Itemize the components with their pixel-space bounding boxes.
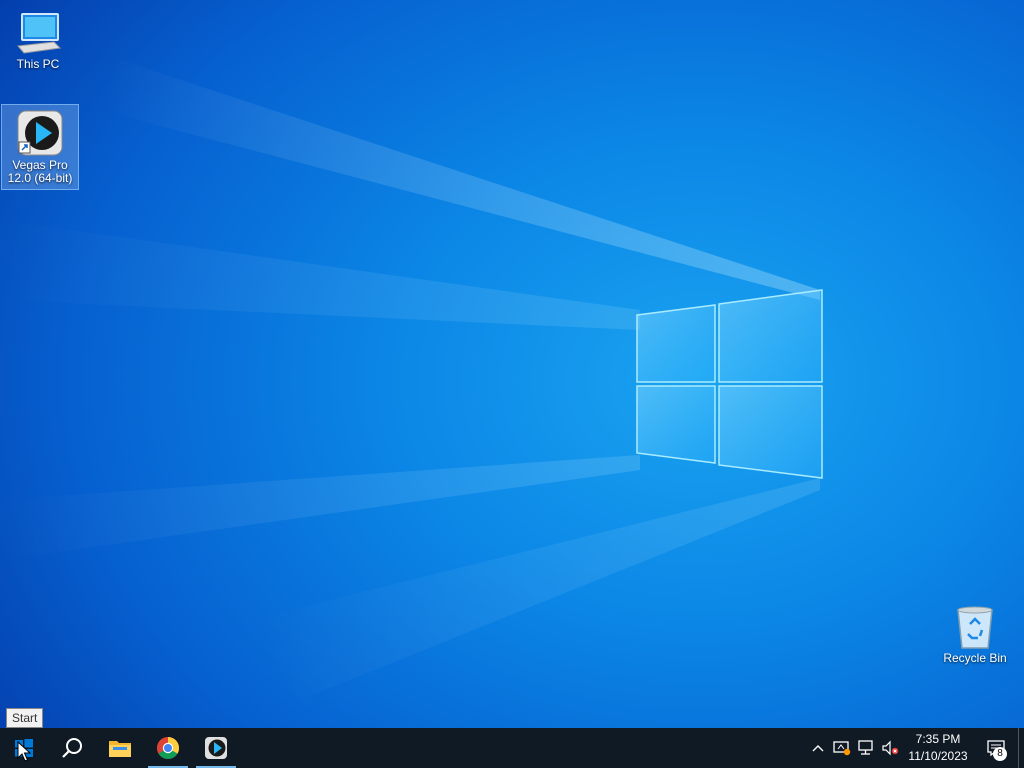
chrome-icon <box>157 737 179 759</box>
taskbar-google-chrome[interactable] <box>144 728 192 768</box>
folder-icon <box>109 741 131 757</box>
search-button[interactable] <box>48 728 96 768</box>
system-tray: 7:35 PM 11/10/2023 8 <box>806 728 1024 768</box>
desktop-icon-label: This PC <box>16 57 60 71</box>
taskbar-file-explorer[interactable] <box>96 728 144 768</box>
security-warning-icon <box>833 741 851 756</box>
taskbar-vegas-pro[interactable] <box>192 728 240 768</box>
show-desktop-button[interactable] <box>1018 728 1024 768</box>
mouse-cursor-icon <box>17 741 31 762</box>
tray-network-icon[interactable] <box>854 728 878 768</box>
vegas-pro-app-icon <box>17 110 63 156</box>
network-icon <box>858 740 873 755</box>
tray-volume-icon[interactable] <box>878 728 902 768</box>
recycle-bin-icon <box>957 606 993 649</box>
search-icon <box>62 738 82 758</box>
computer-icon <box>17 13 62 54</box>
windows-logo-wallpaper <box>636 289 823 479</box>
taskbar: 7:35 PM 11/10/2023 8 <box>0 728 1024 768</box>
start-tooltip: Start <box>6 708 44 728</box>
wallpaper-light-beams <box>0 60 820 700</box>
show-hidden-icons-button[interactable] <box>806 728 830 768</box>
desktop-icon-label: Vegas Pro 12.0 (64-bit) <box>7 158 73 185</box>
desktop-icon-this-pc[interactable]: This PC <box>0 8 76 71</box>
tray-clock[interactable]: 7:35 PM 11/10/2023 <box>902 731 974 765</box>
desktop-icon-recycle-bin[interactable]: Recycle Bin <box>937 600 1013 665</box>
notification-count-badge: 8 <box>993 747 1007 761</box>
tray-security-icon[interactable] <box>830 728 854 768</box>
desktop-icon-label: Recycle Bin <box>943 651 1007 665</box>
vegas-play-icon <box>205 737 227 759</box>
clock-date: 11/10/2023 <box>908 749 968 763</box>
volume-muted-icon <box>882 740 899 756</box>
chevron-up-icon <box>812 745 824 752</box>
desktop-icon-vegas-pro[interactable]: Vegas Pro 12.0 (64-bit) <box>1 104 79 190</box>
action-center-button[interactable]: 8 <box>974 728 1018 768</box>
clock-time: 7:35 PM <box>915 732 961 746</box>
